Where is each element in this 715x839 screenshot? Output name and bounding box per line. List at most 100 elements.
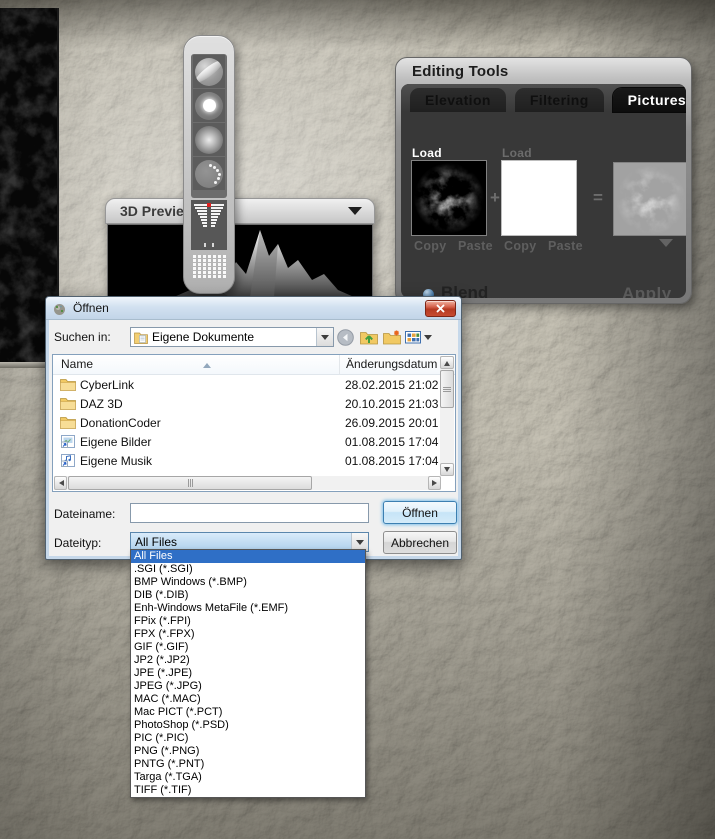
view-menu-button[interactable] [405, 328, 432, 346]
vertical-scrollbar[interactable] [440, 356, 454, 476]
grid-pattern-button[interactable] [193, 254, 226, 280]
close-icon [436, 304, 445, 312]
copy-source1-button[interactable]: Copy [414, 239, 446, 253]
file-type-dropdown: All Files .SGI (*.SGI) BMP Windows (*.BM… [130, 549, 366, 798]
file-type-option[interactable]: BMP Windows (*.BMP) [131, 576, 365, 589]
file-type-option[interactable]: FPX (*.FPX) [131, 628, 365, 641]
horizontal-scrollbar[interactable] [54, 476, 441, 490]
file-type-option[interactable]: JPE (*.JPE) [131, 667, 365, 680]
chevron-down-icon [424, 334, 432, 344]
soft-brush-button[interactable] [193, 123, 225, 156]
folder-up-icon [360, 331, 378, 344]
paste-source1-button[interactable]: Paste [458, 239, 493, 253]
file-type-value: All Files [135, 535, 178, 549]
tab-filtering[interactable]: Filtering [514, 88, 604, 112]
file-type-option[interactable]: Targa (*.TGA) [131, 771, 365, 784]
preview-panel: 3D Preview [105, 198, 375, 298]
new-folder-icon [383, 330, 401, 344]
dialog-titlebar[interactable]: Öffnen [46, 297, 461, 320]
preview-canvas [107, 224, 373, 298]
file-row[interactable]: DonationCoder 26.09.2015 20:01 [54, 413, 439, 432]
look-in-combo[interactable]: Eigene Dokumente [130, 327, 334, 347]
look-in-label: Suchen in: [54, 330, 111, 344]
editing-tools-tabbar: Elevation Filtering Pictures [401, 84, 686, 112]
file-type-option[interactable]: PNG (*.PNG) [131, 745, 365, 758]
load-source2-button[interactable]: Load [502, 146, 532, 160]
source1-thumbnail[interactable] [411, 160, 487, 236]
up-one-level-button[interactable] [360, 328, 380, 346]
scroll-down-button[interactable] [440, 463, 454, 476]
spray-brush-button[interactable] [193, 157, 225, 190]
open-dialog: Öffnen Suchen in: Eigene Dokumente Name … [45, 296, 462, 560]
apply-button[interactable]: Apply [616, 283, 678, 298]
plus-operator: + [490, 188, 500, 207]
vertical-scroll-thumb[interactable] [440, 370, 454, 408]
chevron-down-icon [356, 539, 364, 549]
file-row[interactable]: DAZ 3D 20.10.2015 21:03 [54, 394, 439, 413]
look-in-value: Eigene Dokumente [152, 330, 255, 344]
column-header-name[interactable]: Name [61, 357, 93, 371]
file-type-option[interactable]: PhotoShop (*.PSD) [131, 719, 365, 732]
result-thumbnail [613, 162, 686, 237]
level-meter[interactable] [191, 200, 227, 250]
file-type-option[interactable]: JPEG (*.JPG) [131, 680, 365, 693]
file-list: Name Änderungsdatum CyberLink 28.02.2015… [52, 354, 456, 492]
file-row[interactable]: CyberLink 28.02.2015 21:02 [54, 375, 439, 394]
tab-elevation[interactable]: Elevation [410, 88, 506, 112]
close-button[interactable] [425, 299, 456, 317]
tab-pictures[interactable]: Pictures [612, 88, 686, 112]
scroll-right-button[interactable] [428, 476, 441, 490]
file-type-option[interactable]: PIC (*.PIC) [131, 732, 365, 745]
preview-panel-titlebar[interactable]: 3D Preview [105, 198, 375, 224]
documents-folder-icon [134, 332, 148, 344]
scroll-left-button[interactable] [54, 476, 67, 490]
soft-brush-icon [195, 125, 223, 154]
file-type-option[interactable]: GIF (*.GIF) [131, 641, 365, 654]
file-row[interactable]: Eigene Musik 01.08.2015 17:04 [54, 451, 439, 470]
scroll-up-button[interactable] [440, 356, 454, 369]
equals-operator: = [593, 188, 603, 207]
folder-icon [60, 417, 76, 429]
shortcut-icon [61, 435, 75, 448]
hard-brush-button[interactable] [193, 89, 225, 122]
file-date: 26.09.2015 20:01 [345, 415, 439, 430]
back-icon [337, 328, 354, 346]
paste-source2-button[interactable]: Paste [548, 239, 583, 253]
load-source1-button[interactable]: Load [412, 146, 442, 160]
copy-source2-button[interactable]: Copy [504, 239, 536, 253]
file-date: 01.08.2015 17:04 [345, 434, 439, 449]
source2-thumbnail[interactable] [501, 160, 577, 236]
file-type-option[interactable]: MAC (*.MAC) [131, 693, 365, 706]
file-type-option[interactable]: JP2 (*.JP2) [131, 654, 365, 667]
desktop: 3D Preview Editing Tools Elevation Filte… [0, 0, 715, 839]
file-type-option[interactable]: .SGI (*.SGI) [131, 563, 365, 576]
file-type-option[interactable]: Enh-Windows MetaFile (*.EMF) [131, 602, 365, 615]
level-indicator-dot [207, 203, 211, 207]
swirl-brush-icon [195, 57, 223, 86]
file-name-label: Dateiname: [54, 507, 116, 521]
file-type-option[interactable]: PNTG (*.PNT) [131, 758, 365, 771]
back-button[interactable] [337, 328, 357, 346]
cancel-button[interactable]: Abbrechen [383, 531, 457, 554]
swirl-brush-button[interactable] [193, 55, 225, 88]
app-icon [54, 303, 65, 315]
look-in-dropdown-button[interactable] [316, 328, 333, 346]
open-button[interactable]: Öffnen [383, 501, 457, 524]
file-type-option[interactable]: All Files [131, 550, 365, 563]
file-row[interactable]: Eigene Bilder 01.08.2015 17:04 [54, 432, 439, 451]
collapse-chevron-icon[interactable] [348, 207, 362, 222]
file-type-option[interactable]: FPix (*.FPI) [131, 615, 365, 628]
editing-tools-panel: Editing Tools Elevation Filtering Pictur… [395, 57, 692, 304]
meter-feet [191, 243, 227, 247]
editing-tools-body: Elevation Filtering Pictures Load Load +… [401, 84, 686, 298]
file-name-input[interactable] [130, 503, 369, 523]
file-date: 20.10.2015 21:03 [345, 396, 439, 411]
file-type-option[interactable]: TIFF (*.TIF) [131, 784, 365, 797]
result-options-chevron-icon[interactable] [659, 239, 673, 254]
spray-brush-icon [195, 159, 223, 188]
new-folder-button[interactable] [383, 328, 403, 346]
horizontal-scroll-thumb[interactable] [68, 476, 312, 490]
column-header-date[interactable]: Änderungsdatum [339, 355, 437, 374]
file-type-option[interactable]: DIB (*.DIB) [131, 589, 365, 602]
file-type-option[interactable]: Mac PICT (*.PCT) [131, 706, 365, 719]
